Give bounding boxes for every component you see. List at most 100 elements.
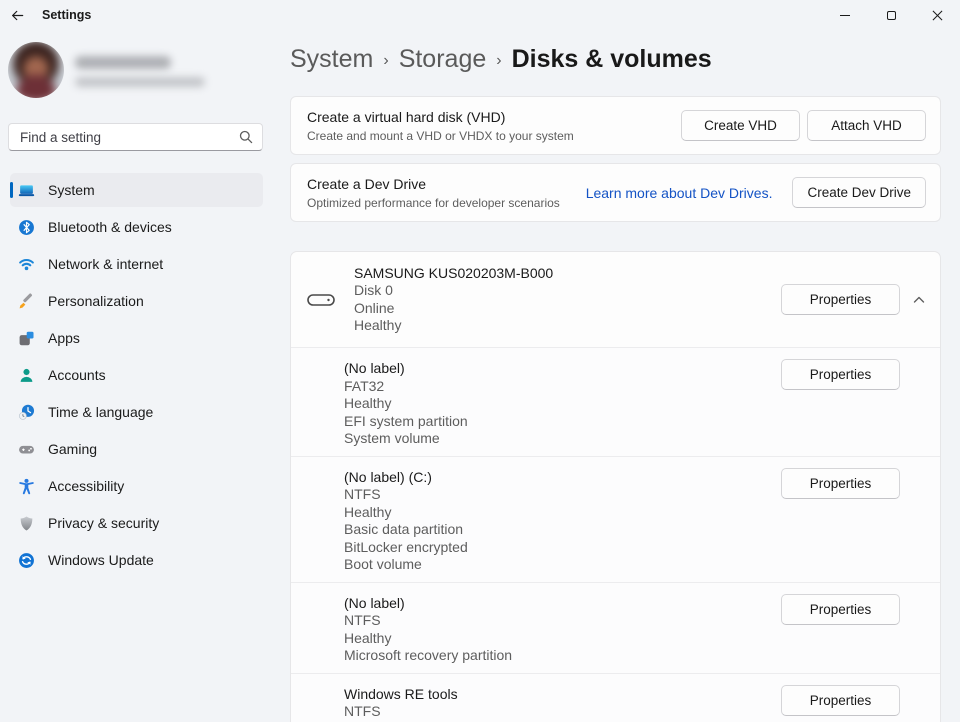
accessibility-icon bbox=[18, 478, 35, 495]
back-icon bbox=[11, 10, 23, 20]
sidebar-item-label: Bluetooth & devices bbox=[48, 219, 172, 235]
sidebar-item-privacy-security[interactable]: Privacy & security bbox=[10, 506, 263, 540]
volume-properties-button[interactable]: Properties bbox=[781, 684, 900, 716]
main-content: System › Storage › Disks & volumes Creat… bbox=[290, 30, 941, 722]
disk-name: SAMSUNG KUS020203M-B000 bbox=[354, 264, 554, 281]
volume-row-recovery: (No label) NTFS Healthy Microsoft recove… bbox=[291, 581, 940, 673]
volume-detail: EFI system partition bbox=[344, 412, 468, 429]
breadcrumb-separator-icon: › bbox=[496, 51, 502, 69]
windows-update-icon bbox=[18, 552, 35, 569]
accounts-icon bbox=[18, 367, 35, 384]
window-title: Settings bbox=[42, 8, 92, 22]
breadcrumb-separator-icon: › bbox=[383, 51, 389, 69]
volume-detail: BitLocker encrypted bbox=[344, 538, 468, 555]
back-button[interactable] bbox=[0, 0, 34, 30]
system-icon bbox=[18, 182, 35, 199]
volume-properties-button[interactable]: Properties bbox=[781, 593, 900, 625]
sidebar-item-label: Gaming bbox=[48, 441, 98, 457]
dev-drive-card-actions: Learn more about Dev Drives. Create Dev … bbox=[586, 177, 926, 208]
sidebar-item-bluetooth-devices[interactable]: Bluetooth & devices bbox=[10, 210, 263, 244]
disk-header[interactable]: SAMSUNG KUS020203M-B000 Disk 0 Online He… bbox=[291, 252, 940, 347]
close-button[interactable] bbox=[914, 0, 960, 30]
breadcrumb-system[interactable]: System bbox=[290, 45, 373, 74]
sidebar-item-label: Apps bbox=[48, 330, 80, 346]
breadcrumb-storage[interactable]: Storage bbox=[399, 45, 487, 74]
create-vhd-button[interactable]: Create VHD bbox=[681, 110, 800, 141]
sidebar-item-label: Windows Update bbox=[48, 552, 154, 568]
dev-drive-card-text: Create a Dev Drive Optimized performance… bbox=[307, 176, 560, 210]
personalization-icon bbox=[18, 293, 35, 310]
volume-detail: Healthy bbox=[344, 395, 392, 411]
network-icon bbox=[18, 256, 35, 273]
maximize-icon bbox=[886, 10, 896, 20]
page-title: Disks & volumes bbox=[511, 45, 712, 73]
disk-drive-icon bbox=[307, 293, 335, 306]
time-language-icon bbox=[18, 404, 35, 421]
volume-detail: System volume bbox=[344, 430, 440, 446]
sidebar-item-apps[interactable]: Apps bbox=[10, 321, 263, 355]
volume-row-c-drive: (No label) (C:) NTFS Healthy Basic data … bbox=[291, 455, 940, 582]
user-email-blurred bbox=[75, 77, 205, 87]
window-controls bbox=[822, 0, 960, 30]
disk-detail: Online bbox=[354, 299, 395, 316]
apps-icon bbox=[18, 330, 35, 347]
avatar bbox=[8, 42, 64, 98]
sidebar-item-accessibility[interactable]: Accessibility bbox=[10, 469, 263, 503]
sidebar-item-label: System bbox=[48, 182, 95, 198]
create-dev-drive-button[interactable]: Create Dev Drive bbox=[792, 177, 926, 208]
search-input[interactable] bbox=[8, 123, 263, 151]
dev-drive-card-subtitle: Optimized performance for developer scen… bbox=[307, 195, 560, 210]
dev-drive-card-title: Create a Dev Drive bbox=[307, 175, 427, 192]
chevron-up-icon[interactable] bbox=[911, 292, 927, 308]
volume-row-efi: (No label) FAT32 Healthy EFI system part… bbox=[291, 347, 940, 456]
titlebar: Settings bbox=[0, 0, 960, 30]
volume-properties-button[interactable]: Properties bbox=[781, 359, 900, 390]
volume-properties-button[interactable]: Properties bbox=[781, 467, 900, 499]
breadcrumb: System › Storage › Disks & volumes bbox=[290, 45, 941, 74]
disk-text: SAMSUNG KUS020203M-B000 Disk 0 Online He… bbox=[354, 265, 553, 335]
sidebar-item-gaming[interactable]: Gaming bbox=[10, 432, 263, 466]
maximize-button[interactable] bbox=[868, 0, 914, 30]
privacy-security-icon bbox=[18, 515, 35, 532]
volume-detail: Boot volume bbox=[344, 556, 422, 572]
attach-vhd-button[interactable]: Attach VHD bbox=[807, 110, 926, 141]
sidebar: System Bluetooth & devices Network & int… bbox=[0, 30, 280, 722]
search-box bbox=[8, 123, 263, 151]
minimize-button[interactable] bbox=[822, 0, 868, 30]
minimize-icon bbox=[840, 14, 850, 16]
sidebar-item-windows-update[interactable]: Windows Update bbox=[10, 543, 263, 577]
vhd-card-title: Create a virtual hard disk (VHD) bbox=[307, 108, 506, 125]
settings-window: Settings System bbox=[0, 0, 960, 722]
sidebar-item-accounts[interactable]: Accounts bbox=[10, 358, 263, 392]
volume-detail: Microsoft recovery partition bbox=[344, 647, 513, 663]
volume-detail: Basic data partition bbox=[344, 521, 464, 537]
disk-detail: Healthy bbox=[354, 317, 402, 333]
selected-indicator bbox=[10, 182, 13, 198]
disk-detail: Disk 0 bbox=[354, 282, 393, 298]
sidebar-item-label: Accessibility bbox=[48, 478, 125, 494]
dev-drive-card: Create a Dev Drive Optimized performance… bbox=[290, 163, 941, 222]
gaming-icon bbox=[18, 441, 35, 458]
user-profile[interactable] bbox=[8, 42, 268, 112]
volume-detail: Healthy bbox=[344, 629, 392, 646]
avatar-photo-blurred bbox=[8, 42, 64, 98]
volume-detail: Healthy bbox=[344, 503, 392, 520]
vhd-card-subtitle: Create and mount a VHD or VHDX to your s… bbox=[307, 128, 574, 143]
disk-properties-button[interactable]: Properties bbox=[781, 284, 900, 315]
sidebar-nav: System Bluetooth & devices Network & int… bbox=[10, 173, 263, 580]
vhd-card-text: Create a virtual hard disk (VHD) Create … bbox=[307, 109, 574, 143]
close-icon bbox=[932, 10, 943, 21]
sidebar-item-network-internet[interactable]: Network & internet bbox=[10, 247, 263, 281]
sidebar-item-time-language[interactable]: Time & language bbox=[10, 395, 263, 429]
volume-row-windows-re: Windows RE tools NTFS Healthy Properties bbox=[291, 672, 940, 722]
sidebar-item-label: Personalization bbox=[48, 293, 144, 309]
vhd-card: Create a virtual hard disk (VHD) Create … bbox=[290, 96, 941, 155]
sidebar-item-label: Time & language bbox=[48, 404, 154, 420]
sidebar-item-system[interactable]: System bbox=[10, 173, 263, 207]
user-name-blurred bbox=[75, 56, 171, 69]
sidebar-item-personalization[interactable]: Personalization bbox=[10, 284, 263, 318]
sidebar-item-label: Accounts bbox=[48, 367, 106, 383]
bluetooth-icon bbox=[18, 219, 35, 236]
dev-drive-learn-more-link[interactable]: Learn more about Dev Drives. bbox=[586, 185, 773, 201]
sidebar-item-label: Network & internet bbox=[48, 256, 164, 272]
